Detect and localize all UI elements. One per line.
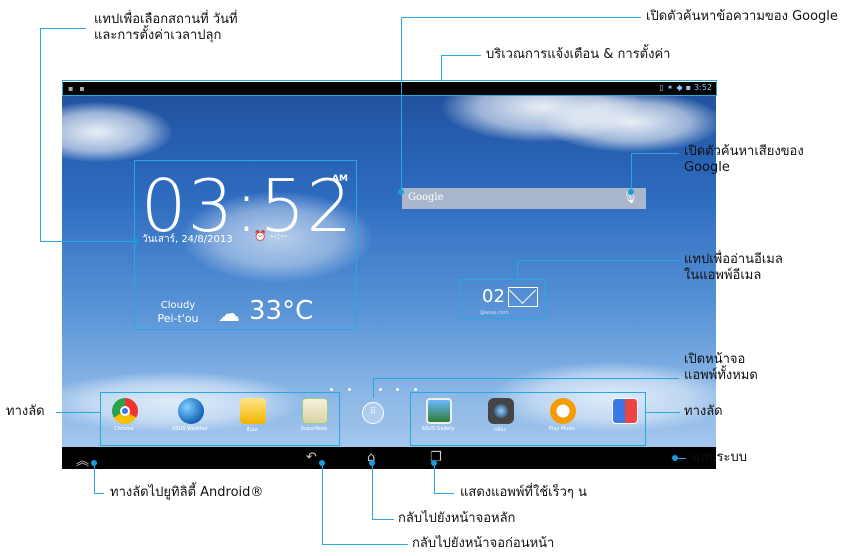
back-arrow-icon: ↶: [306, 450, 317, 465]
label-back: กลับไปยังหน้าจอก่อนหน้า: [412, 536, 555, 551]
page-indicator-dot: [348, 388, 351, 391]
chevron-up-icon: ︽: [76, 454, 90, 469]
google-search-input[interactable]: Google: [408, 192, 444, 203]
label-home: กลับไปยังหน้าจอหลัก: [398, 511, 516, 526]
label-system-bar: แถบระบบ: [692, 450, 747, 465]
label-shortcuts-right: ทางลัด: [684, 404, 723, 419]
back-button[interactable]: ↶: [306, 450, 317, 465]
page-indicator-dot: [396, 388, 399, 391]
label-google-search: เปิดตัวค้นหาข้อความของ Google: [646, 9, 838, 24]
system-bar: ︽ ↶ ⌂ ❐: [62, 447, 716, 469]
right-shortcuts-highlight: [410, 392, 646, 446]
label-voice-search: เปิดตัวค้นหาเสียงของ Google: [684, 144, 804, 175]
label-shortcuts-left: ทางลัด: [6, 404, 45, 419]
label-notifications: บริเวณการแจ้งเตือน & การตั้งค่า: [486, 47, 671, 62]
label-email: แทปเพื่ออ่านอีเมล ในแอพพ์อีเมล: [684, 252, 783, 283]
label-all-apps: เปิดหน้าจอ แอพพ์ทั้งหมด: [684, 352, 758, 383]
left-shortcuts-highlight: [100, 392, 340, 446]
google-search-bar[interactable]: Google 🎙: [402, 188, 646, 209]
label-android-utilities: ทางลัดไปยูทิลิตี้ Android®: [110, 485, 264, 500]
label-weather-widget: แทปเพื่อเลือกสถานที่ วันที่ และการตั้งค่…: [94, 12, 238, 43]
all-apps-button[interactable]: ⠿: [362, 402, 384, 424]
notification-area-highlight: [62, 80, 717, 96]
page-indicator-dot: [379, 388, 382, 391]
clock-widget-highlight: [134, 160, 357, 330]
page-indicator-dot: [414, 388, 417, 391]
label-recent-apps: แสดงแอพพ์ที่ใช้เร็วๆ น: [460, 485, 587, 500]
page-indicator-dot: [330, 388, 333, 391]
email-widget-highlight: [459, 279, 545, 319]
android-utilities-button[interactable]: ︽: [76, 450, 89, 469]
